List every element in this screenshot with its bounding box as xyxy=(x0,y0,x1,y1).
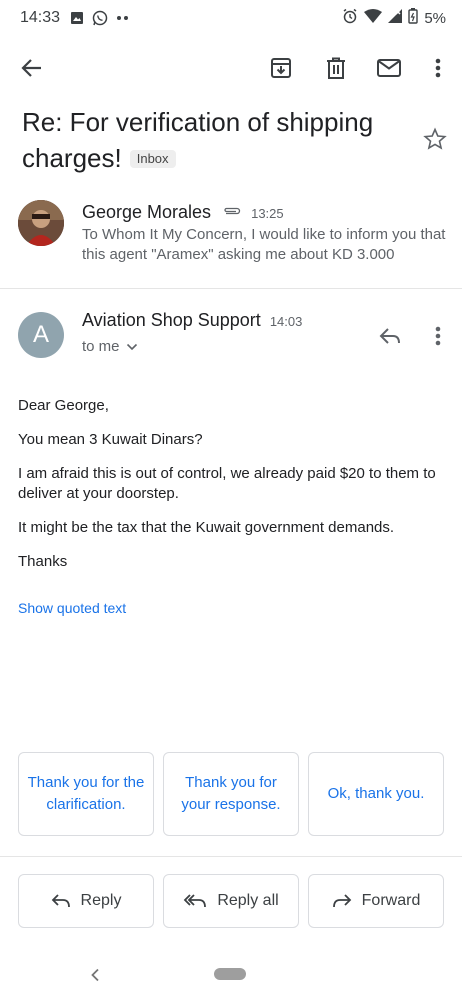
body-paragraph: It might be the tax that the Kuwait gove… xyxy=(18,519,395,536)
system-nav-bar xyxy=(0,950,462,1000)
more-dots-icon xyxy=(116,15,130,21)
reply-button[interactable]: Reply xyxy=(18,874,154,928)
message-snippet: To Whom It My Concern, I would like to i… xyxy=(82,226,446,263)
chevron-left-icon xyxy=(91,968,99,982)
sender-name: George Morales 13:25 xyxy=(82,200,284,222)
nav-home-pill[interactable] xyxy=(214,968,246,980)
battery-percent: 5% xyxy=(424,9,446,27)
more-options-button[interactable] xyxy=(420,50,456,86)
alarm-icon xyxy=(342,8,358,29)
message-body: Dear George, You mean 3 Kuwait Dinars? I… xyxy=(18,396,448,586)
delete-icon xyxy=(327,57,345,79)
status-time: 14:33 xyxy=(20,9,61,26)
smart-reply-3[interactable]: Ok, thank you. xyxy=(308,752,444,836)
email-subject: Re: For verification of shipping charges… xyxy=(22,104,402,176)
body-paragraph: I am afraid this is out of control, we a… xyxy=(18,465,436,502)
message-divider xyxy=(0,288,462,289)
subject-text: Re: For verification of shipping charges… xyxy=(22,107,374,173)
smart-reply-1[interactable]: Thank you for the clarification. xyxy=(18,752,154,836)
more-vert-icon xyxy=(435,326,441,346)
email-toolbar xyxy=(0,40,462,96)
body-paragraph: You mean 3 Kuwait Dinars? xyxy=(18,431,203,448)
archive-button[interactable] xyxy=(263,50,299,86)
attachment-icon xyxy=(222,200,242,221)
signal-icon xyxy=(388,8,403,28)
body-paragraph: Thanks xyxy=(18,553,68,570)
sender-name: Aviation Shop Support 14:03 xyxy=(82,310,303,330)
inbox-label[interactable]: Inbox xyxy=(129,150,176,168)
delete-button[interactable] xyxy=(318,50,354,86)
quick-reply-button[interactable] xyxy=(372,318,408,354)
nav-back-button[interactable] xyxy=(80,960,110,990)
star-button[interactable] xyxy=(420,124,450,154)
reply-label: Reply xyxy=(80,892,122,909)
show-quoted-text-link[interactable]: Show quoted text xyxy=(18,600,126,616)
collapsed-message[interactable]: George Morales 13:25 To Whom It My Conce… xyxy=(0,192,462,286)
reply-all-label: Reply all xyxy=(217,892,279,909)
battery-icon xyxy=(408,7,419,29)
whatsapp-icon xyxy=(92,10,108,26)
mark-unread-button[interactable] xyxy=(371,50,407,86)
mark-unread-icon xyxy=(377,59,401,77)
forward-button[interactable]: Forward xyxy=(308,874,444,928)
message-time: 13:25 xyxy=(251,206,284,221)
chevron-down-icon xyxy=(126,343,137,350)
more-vert-icon xyxy=(435,58,441,78)
back-button[interactable] xyxy=(14,50,50,86)
reply-icon xyxy=(379,328,400,344)
status-bar: 14:33 5% xyxy=(0,0,462,36)
forward-label: Forward xyxy=(361,892,421,909)
forward-icon xyxy=(332,894,351,908)
back-icon xyxy=(21,59,41,77)
body-paragraph: Dear George, xyxy=(18,397,109,414)
message-time: 14:03 xyxy=(269,314,303,329)
message-more-button[interactable] xyxy=(420,318,456,354)
recipient-details[interactable]: to me xyxy=(82,338,138,355)
sender-avatar: A xyxy=(18,312,64,358)
reply-icon xyxy=(51,894,70,908)
actions-divider xyxy=(0,856,462,857)
reply-all-icon xyxy=(184,894,207,908)
avatar xyxy=(18,200,64,246)
reply-all-button[interactable]: Reply all xyxy=(163,874,299,928)
smart-reply-2[interactable]: Thank you for your response. xyxy=(163,752,299,836)
wifi-icon xyxy=(364,8,383,28)
star-icon xyxy=(423,127,447,150)
archive-icon xyxy=(271,58,291,78)
gallery-icon xyxy=(70,11,84,25)
